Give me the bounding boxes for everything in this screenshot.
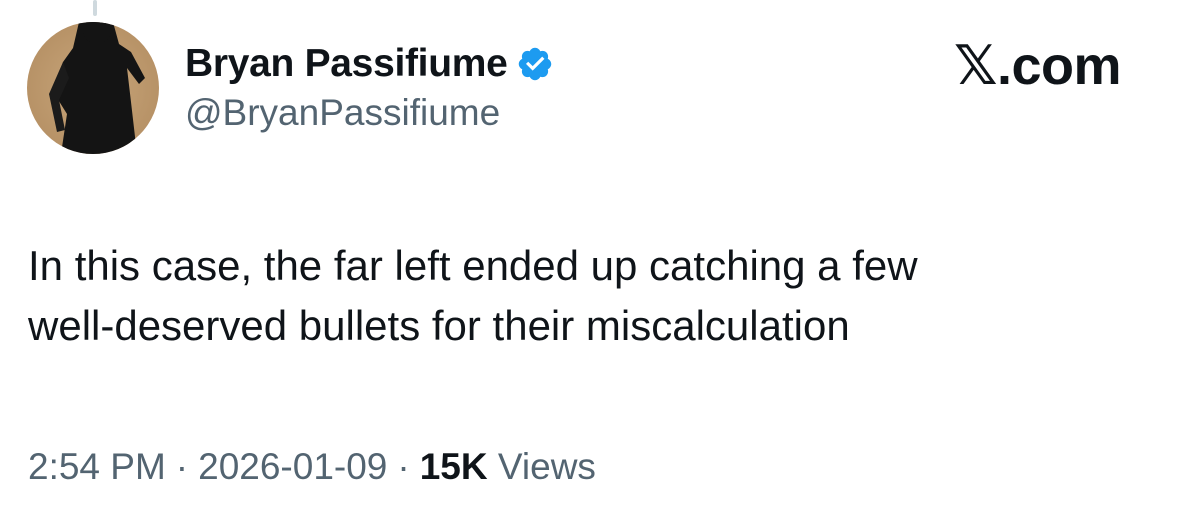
tweet-meta: 2:54 PM · 2026-01-09 · 15K Views [28,446,596,488]
tweet-time[interactable]: 2:54 PM [28,446,166,487]
avatar[interactable] [27,22,159,154]
avatar-silhouette-image [27,22,159,154]
views-count[interactable]: 15K [420,446,488,487]
tweet-text-line: well-deserved bullets for their miscalcu… [28,302,850,349]
author-handle[interactable]: @BryanPassifiume [185,92,554,134]
thread-connector-line [93,0,97,16]
views-label[interactable]: Views [498,446,596,487]
x-com-logo: 𝕏.com [953,36,1122,96]
verified-badge-icon[interactable] [516,45,554,83]
meta-separator: · [397,446,410,487]
author-display-name[interactable]: Bryan Passifiume [185,42,508,86]
meta-separator: · [175,446,189,487]
author-block: Bryan Passifiume @BryanPassifiume [185,38,554,134]
tweet-text-line: In this case, the far left ended up catc… [28,242,918,289]
author-name-row: Bryan Passifiume [185,38,554,90]
tweet-date[interactable]: 2026-01-09 [198,446,387,487]
tweet-text: In this case, the far left ended up catc… [28,236,1148,356]
